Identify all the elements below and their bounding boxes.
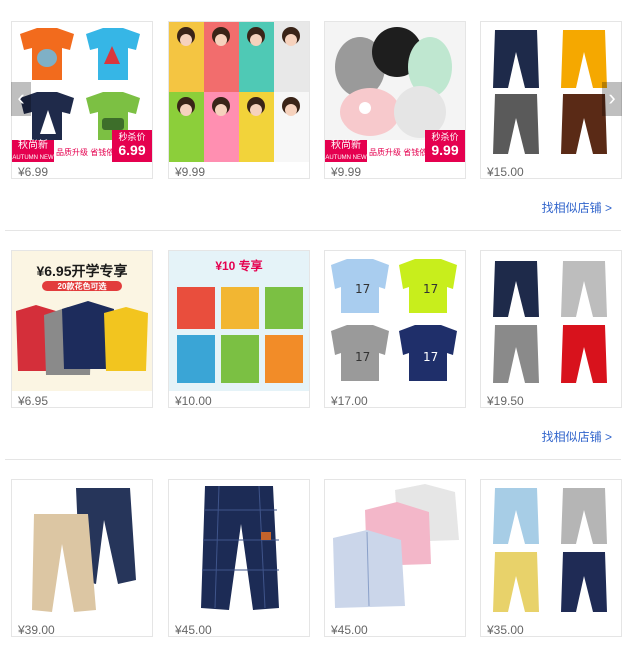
sale-price-badge: 秒杀价 6.99 (112, 130, 152, 162)
chevron-right-icon: › (608, 85, 616, 110)
product-image[interactable] (325, 480, 465, 620)
product-image[interactable]: 17 17 17 17 (325, 251, 465, 391)
product-card[interactable]: 17 17 17 17 ¥17.00 (324, 250, 466, 408)
chevron-left-icon: ‹ (17, 85, 25, 110)
product-card[interactable]: ¥15.00 (480, 21, 622, 179)
product-card[interactable]: ¥45.00 (324, 479, 466, 637)
product-price: ¥19.50 (487, 394, 524, 408)
svg-text:17: 17 (355, 282, 370, 296)
product-price: ¥9.99 (331, 165, 362, 179)
banner-headline: ¥10 专享 (215, 259, 263, 273)
product-card[interactable]: 秋尚新 AUTUMN NEW 品质升级 省钱依旧 秒杀价 6.99 ¥6.99 (11, 21, 153, 179)
product-image[interactable]: 秋尚新 AUTUMN NEW 品质升级 省钱依旧 秒杀价 9.99 (325, 22, 465, 162)
product-price: ¥10.00 (175, 394, 212, 408)
product-price: ¥6.95 (18, 394, 49, 408)
product-card[interactable]: ¥6.95开学专享 20款花色可选 ¥6.95 (11, 250, 153, 408)
banner-subtitle: 20款花色可选 (57, 282, 107, 291)
product-price: ¥9.99 (175, 165, 206, 179)
carousel-prev-button[interactable]: ‹ (11, 82, 31, 116)
svg-text:17: 17 (423, 350, 438, 364)
product-image[interactable] (169, 480, 309, 620)
svg-text:17: 17 (355, 350, 370, 364)
banner-headline: ¥6.95开学专享 (36, 263, 128, 279)
product-image[interactable] (169, 22, 309, 162)
section-divider (5, 230, 621, 231)
product-price: ¥45.00 (175, 623, 212, 637)
product-card[interactable]: ¥39.00 (11, 479, 153, 637)
product-price: ¥45.00 (331, 623, 368, 637)
product-card[interactable]: ¥45.00 (168, 479, 310, 637)
carousel-next-button[interactable]: › (602, 82, 622, 116)
product-price: ¥17.00 (331, 394, 368, 408)
product-image[interactable] (12, 480, 152, 620)
product-price: ¥39.00 (18, 623, 55, 637)
find-similar-stores-link[interactable]: 找相似店铺 > (542, 199, 612, 216)
product-card[interactable]: ¥10 专享 ¥10.00 (168, 250, 310, 408)
product-card[interactable]: ¥19.50 (480, 250, 622, 408)
product-card[interactable]: 秋尚新 AUTUMN NEW 品质升级 省钱依旧 秒杀价 9.99 ¥9.99 (324, 21, 466, 179)
product-image[interactable]: ¥6.95开学专享 20款花色可选 (12, 251, 152, 391)
product-image[interactable] (481, 480, 621, 620)
product-price: ¥35.00 (487, 623, 524, 637)
find-similar-stores-link[interactable]: 找相似店铺 > (542, 428, 612, 445)
svg-text:17: 17 (423, 282, 438, 296)
product-price: ¥15.00 (487, 165, 524, 179)
promo-tag: 秋尚新 AUTUMN NEW (12, 140, 54, 162)
product-card[interactable]: ¥35.00 (480, 479, 622, 637)
product-image[interactable] (481, 251, 621, 391)
product-image[interactable] (481, 22, 621, 162)
product-image[interactable]: ¥10 专享 (169, 251, 309, 391)
product-card[interactable]: ¥9.99 (168, 21, 310, 179)
sale-price-badge: 秒杀价 9.99 (425, 130, 465, 162)
section-divider (5, 459, 621, 460)
promo-tag: 秋尚新 AUTUMN NEW (325, 140, 367, 162)
product-row-1: 秋尚新AUTUMN NEW 品质升级 省钱依旧 秒杀价6.99 ¥6.99 (0, 0, 626, 230)
product-price: ¥6.99 (18, 165, 49, 179)
product-image[interactable]: 秋尚新 AUTUMN NEW 品质升级 省钱依旧 秒杀价 6.99 (12, 22, 152, 162)
